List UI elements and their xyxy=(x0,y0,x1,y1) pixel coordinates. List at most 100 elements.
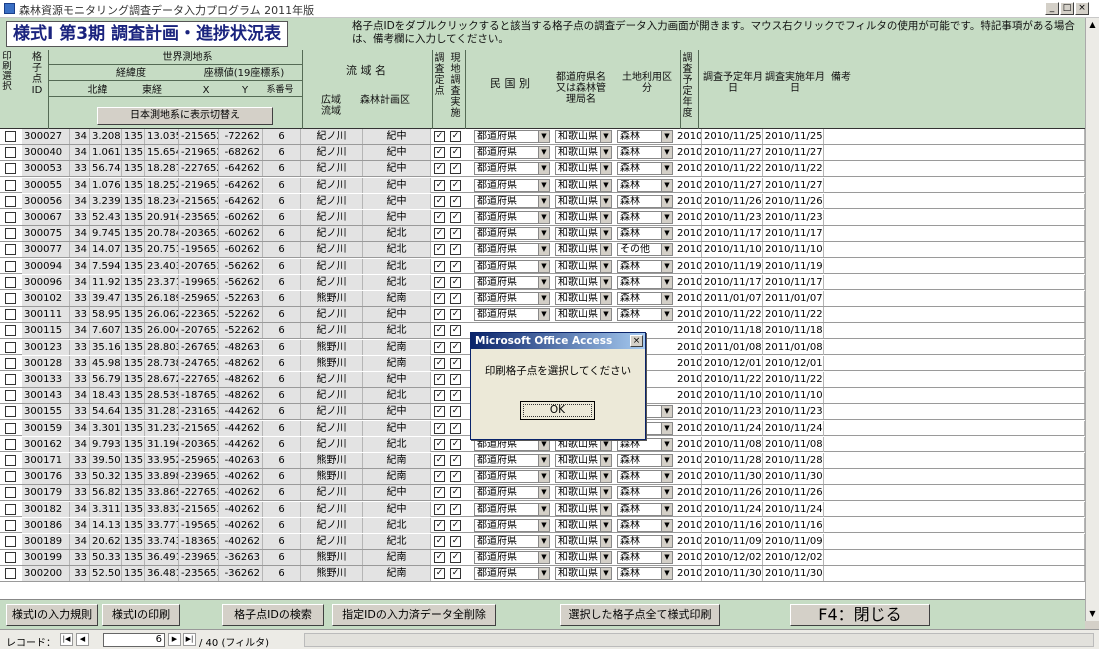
cell-survey-year[interactable]: 2010 xyxy=(675,436,702,452)
cell-x[interactable]: -239653 xyxy=(179,550,219,566)
cell-plan-area[interactable]: 紀北 xyxy=(363,258,431,274)
cell-land-use[interactable]: 森林 ▼ xyxy=(617,518,673,532)
cell-id[interactable]: 300055 xyxy=(22,177,70,193)
dropdown-arrow-icon[interactable]: ▼ xyxy=(600,568,611,580)
field-survey-checkbox[interactable]: ✓ xyxy=(450,374,461,385)
cell-planned-date[interactable]: 2010/11/18 xyxy=(702,323,763,339)
dropdown-arrow-icon[interactable]: ▼ xyxy=(600,195,611,207)
cell-actual-date[interactable]: 2010/11/10 xyxy=(763,388,824,404)
cell-survey-year[interactable]: 2010 xyxy=(675,550,702,566)
dropdown-arrow-icon[interactable]: ▼ xyxy=(600,131,611,142)
cell-basin[interactable]: 紀ノ川 xyxy=(301,274,363,290)
cell-plan-area[interactable]: 紀北 xyxy=(363,534,431,549)
cell-ownership[interactable]: 都道府県 ▼ xyxy=(474,567,550,581)
cell-system-no[interactable]: 6 xyxy=(263,226,301,242)
dropdown-arrow-icon[interactable]: ▼ xyxy=(661,293,672,304)
cell-land-use[interactable]: 森林 ▼ xyxy=(617,275,673,289)
field-survey-checkbox[interactable]: ✓ xyxy=(450,503,461,515)
cell-remarks[interactable] xyxy=(824,193,1085,209)
cell-plan-area[interactable]: 紀南 xyxy=(363,566,431,582)
cell-x[interactable]: -183653 xyxy=(179,534,219,549)
prev-record-icon[interactable]: ◀ xyxy=(76,633,89,646)
cell-lat-deg[interactable]: 34 xyxy=(70,258,90,274)
first-record-icon[interactable]: |◀ xyxy=(60,633,73,646)
cell-planned-date[interactable]: 2010/11/23 xyxy=(702,404,763,420)
print-select-checkbox[interactable] xyxy=(5,260,16,272)
cell-ownership[interactable]: 都道府県 ▼ xyxy=(474,308,550,322)
cell-lon-min[interactable]: 33.898 xyxy=(145,469,179,485)
cell-plan-area[interactable]: 紀南 xyxy=(363,550,431,566)
cell-lat-min[interactable]: 7.607 xyxy=(90,323,122,339)
cell-basin[interactable]: 紀ノ川 xyxy=(301,436,363,452)
cell-basin[interactable]: 熊野川 xyxy=(301,566,363,582)
horizontal-scrollbar[interactable] xyxy=(304,633,1094,647)
cell-planned-date[interactable]: 2010/11/24 xyxy=(702,501,763,517)
cell-lon-deg[interactable]: 135 xyxy=(122,550,145,566)
cell-basin[interactable]: 紀ノ川 xyxy=(301,177,363,193)
cell-planned-date[interactable]: 2010/11/30 xyxy=(702,469,763,485)
cell-system-no[interactable]: 6 xyxy=(263,161,301,177)
cell-lon-deg[interactable]: 135 xyxy=(122,517,145,533)
cell-x[interactable]: -259652 xyxy=(179,453,219,468)
cell-lat-deg[interactable]: 33 xyxy=(70,355,90,371)
dropdown-arrow-icon[interactable]: ▼ xyxy=(538,519,549,531)
cell-survey-year[interactable]: 2010 xyxy=(675,323,702,339)
survey-point-checkbox[interactable]: ✓ xyxy=(434,276,445,288)
cell-lat-deg[interactable]: 33 xyxy=(70,339,90,355)
cell-lon-min[interactable]: 28.539 xyxy=(145,388,179,404)
dropdown-arrow-icon[interactable]: ▼ xyxy=(600,179,611,191)
cell-x[interactable]: -227653 xyxy=(179,485,219,501)
dropdown-arrow-icon[interactable]: ▼ xyxy=(600,503,611,515)
dropdown-arrow-icon[interactable]: ▼ xyxy=(600,487,611,499)
cell-id[interactable]: 300123 xyxy=(22,339,70,355)
cell-remarks[interactable] xyxy=(824,436,1085,452)
cell-lon-min[interactable]: 26.004 xyxy=(145,323,179,339)
vertical-scrollbar[interactable]: ▲ ▼ xyxy=(1085,18,1099,621)
cell-system-no[interactable]: 6 xyxy=(263,436,301,452)
cell-lon-min[interactable]: 31.196 xyxy=(145,436,179,452)
next-record-icon[interactable]: ▶ xyxy=(168,633,181,646)
cell-survey-year[interactable]: 2010 xyxy=(675,242,702,258)
field-survey-checkbox[interactable]: ✓ xyxy=(450,357,461,369)
cell-lat-deg[interactable]: 34 xyxy=(70,177,90,193)
cell-lat-deg[interactable]: 34 xyxy=(70,274,90,290)
print-select-checkbox[interactable] xyxy=(5,455,16,466)
cell-y[interactable]: -36263 xyxy=(219,550,263,566)
cell-actual-date[interactable]: 2010/12/01 xyxy=(763,355,824,371)
cell-lat-min[interactable]: 7.594 xyxy=(90,258,122,274)
print-select-checkbox[interactable] xyxy=(5,357,16,369)
cell-remarks[interactable] xyxy=(824,291,1085,306)
cell-actual-date[interactable]: 2011/01/07 xyxy=(763,291,824,306)
dropdown-arrow-icon[interactable]: ▼ xyxy=(538,212,549,223)
cell-lat-min[interactable]: 3.239 xyxy=(90,193,122,209)
cell-system-no[interactable]: 6 xyxy=(263,129,301,144)
cell-prefecture[interactable]: 和歌山県▼ xyxy=(555,275,612,289)
cell-planned-date[interactable]: 2010/11/17 xyxy=(702,274,763,290)
field-survey-checkbox[interactable]: ✓ xyxy=(450,260,461,272)
cell-basin[interactable]: 熊野川 xyxy=(301,453,363,468)
print-select-checkbox[interactable] xyxy=(5,228,16,240)
cell-plan-area[interactable]: 紀中 xyxy=(363,420,431,436)
cell-survey-year[interactable]: 2010 xyxy=(675,534,702,549)
cell-prefecture[interactable]: 和歌山県▼ xyxy=(555,470,612,484)
cell-system-no[interactable]: 6 xyxy=(263,453,301,468)
cell-land-use[interactable]: 森林 ▼ xyxy=(617,292,673,305)
cell-survey-year[interactable]: 2010 xyxy=(675,485,702,501)
cell-lon-deg[interactable]: 135 xyxy=(122,323,145,339)
cell-survey-year[interactable]: 2010 xyxy=(675,355,702,371)
cell-plan-area[interactable]: 紀中 xyxy=(363,145,431,161)
table-row[interactable]: 3001713339.50913533.952-259652-402636熊野川… xyxy=(0,453,1085,469)
survey-point-checkbox[interactable]: ✓ xyxy=(434,131,445,142)
field-survey-checkbox[interactable]: ✓ xyxy=(450,552,461,564)
toggle-datum-button[interactable]: 日本測地系に表示切替え xyxy=(97,107,273,125)
table-row[interactable]: 3001763350.32813533.898-239653-402626熊野川… xyxy=(0,469,1085,485)
cell-survey-year[interactable]: 2010 xyxy=(675,566,702,582)
survey-point-checkbox[interactable]: ✓ xyxy=(434,195,445,207)
cell-ownership[interactable]: 都道府県 ▼ xyxy=(474,486,550,500)
cell-basin[interactable]: 紀ノ川 xyxy=(301,242,363,258)
dropdown-arrow-icon[interactable]: ▼ xyxy=(538,147,549,159)
cell-actual-date[interactable]: 2010/11/16 xyxy=(763,517,824,533)
cell-land-use[interactable]: 森林 ▼ xyxy=(617,211,673,224)
survey-point-checkbox[interactable]: ✓ xyxy=(434,552,445,564)
cell-lat-deg[interactable]: 34 xyxy=(70,193,90,209)
